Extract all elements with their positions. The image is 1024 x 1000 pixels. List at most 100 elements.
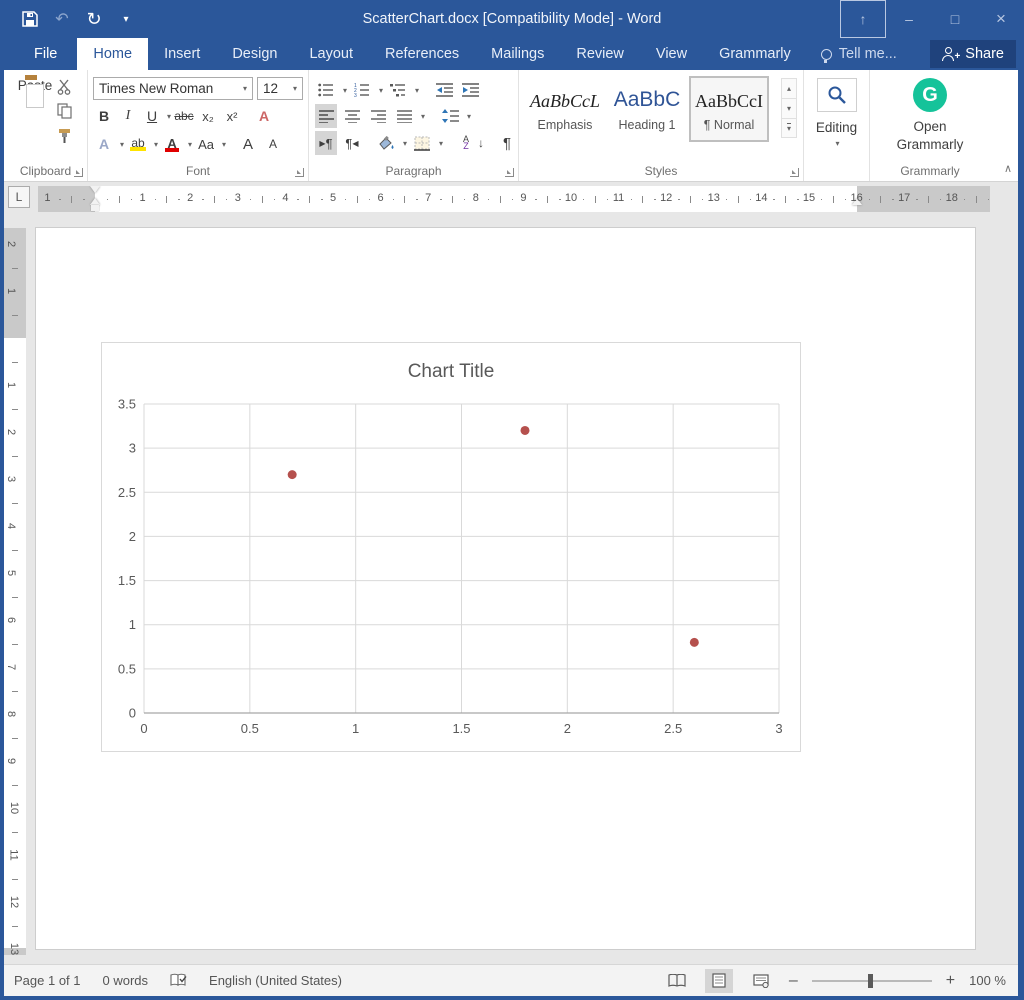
zoom-in-button[interactable]: + xyxy=(946,972,955,990)
paragraph-dialog-launcher[interactable] xyxy=(505,168,514,177)
cut-button[interactable] xyxy=(56,78,74,96)
print-layout-button[interactable] xyxy=(705,969,733,993)
left-indent-marker[interactable] xyxy=(91,205,99,211)
justify-button[interactable] xyxy=(393,104,415,128)
page-indicator[interactable]: Page 1 of 1 xyxy=(14,973,81,988)
zoom-slider[interactable] xyxy=(812,980,932,982)
bullets-button[interactable] xyxy=(315,78,337,102)
tab-file[interactable]: File xyxy=(14,38,77,70)
hanging-indent-marker[interactable] xyxy=(90,198,100,205)
font-color-button[interactable]: A xyxy=(161,132,183,156)
styles-scroll-up-icon[interactable]: ▴ xyxy=(781,78,797,98)
borders-dropdown-arrow[interactable]: ▾ xyxy=(439,139,443,148)
tab-home[interactable]: Home xyxy=(77,38,148,70)
line-spacing-dropdown-arrow[interactable]: ▾ xyxy=(467,112,471,121)
align-center-button[interactable] xyxy=(341,104,363,128)
save-icon[interactable] xyxy=(14,4,46,34)
copy-button[interactable] xyxy=(57,103,73,119)
undo-icon[interactable]: ↶ xyxy=(46,4,78,34)
tab-layout[interactable]: Layout xyxy=(293,38,369,70)
highlight-button[interactable]: ab xyxy=(127,132,149,156)
clear-formatting-button[interactable]: A xyxy=(253,104,275,128)
chart-object[interactable]: 00.511.522.5300.511.522.533.5Chart Title xyxy=(101,342,801,752)
scatter-point[interactable] xyxy=(690,638,699,647)
text-effects-button[interactable]: A xyxy=(93,132,115,156)
chart-title[interactable]: Chart Title xyxy=(408,361,495,382)
line-spacing-button[interactable] xyxy=(439,104,461,128)
change-case-dropdown-arrow[interactable]: ▾ xyxy=(222,140,226,149)
proofing-icon[interactable] xyxy=(170,973,187,988)
maximize-button[interactable]: □ xyxy=(932,0,978,38)
read-mode-button[interactable] xyxy=(663,969,691,993)
bullets-dropdown-arrow[interactable]: ▾ xyxy=(343,86,347,95)
sort-button[interactable]: A Z xyxy=(455,131,477,155)
strikethrough-button[interactable]: abc xyxy=(173,104,195,128)
style-emphasis[interactable]: AaBbCcLEmphasis xyxy=(527,78,603,140)
align-left-button[interactable] xyxy=(315,104,337,128)
subscript-button[interactable]: x₂ xyxy=(197,104,219,128)
styles-scroll-down-icon[interactable]: ▾ xyxy=(781,98,797,118)
tab-mailings[interactable]: Mailings xyxy=(475,38,560,70)
justify-dropdown-arrow[interactable]: ▾ xyxy=(421,112,425,121)
tab-review[interactable]: Review xyxy=(560,38,640,70)
word-count[interactable]: 0 words xyxy=(103,973,149,988)
numbering-button[interactable]: 123 xyxy=(351,78,373,102)
multilevel-list-button[interactable] xyxy=(387,78,409,102)
highlight-dropdown-arrow[interactable]: ▾ xyxy=(154,140,158,149)
first-line-indent-marker[interactable] xyxy=(90,186,100,193)
scatter-point[interactable] xyxy=(521,426,530,435)
font-color-dropdown-arrow[interactable]: ▾ xyxy=(188,140,192,149)
document-area[interactable]: 00.511.522.5300.511.522.533.5Chart Title xyxy=(4,216,1018,964)
font-dialog-launcher[interactable] xyxy=(295,168,304,177)
styles-dialog-launcher[interactable] xyxy=(790,168,799,177)
styles-more-icon[interactable]: ▾ xyxy=(781,118,797,138)
zoom-out-button[interactable]: – xyxy=(789,972,798,990)
collapse-ribbon-icon[interactable]: ∧ xyxy=(1004,162,1012,175)
numbering-dropdown-arrow[interactable]: ▾ xyxy=(379,86,383,95)
paste-button[interactable]: Paste ▾ xyxy=(14,78,56,156)
tab-design[interactable]: Design xyxy=(216,38,293,70)
text-effects-dropdown-arrow[interactable]: ▾ xyxy=(120,140,124,149)
align-right-button[interactable] xyxy=(367,104,389,128)
tell-me-box[interactable]: Tell me... xyxy=(807,38,911,70)
font-size-combo[interactable]: 12 ▾ xyxy=(257,77,303,100)
ribbon-display-options-icon[interactable]: ↑ xyxy=(840,0,886,38)
minimize-button[interactable]: – xyxy=(886,0,932,38)
font-name-combo[interactable]: Times New Roman ▾ xyxy=(93,77,253,100)
underline-dropdown-arrow[interactable]: ▾ xyxy=(167,112,171,121)
tab-stop-selector[interactable]: L xyxy=(8,186,30,208)
rtl-text-direction-button[interactable]: ¶◀ xyxy=(341,131,363,155)
show-formatting-marks-button[interactable]: ¶ xyxy=(496,131,518,155)
editing-button[interactable]: Editing ▾ xyxy=(804,78,869,148)
tab-view[interactable]: View xyxy=(640,38,703,70)
grow-font-button[interactable]: A xyxy=(237,132,259,156)
increase-indent-button[interactable] xyxy=(459,78,481,102)
close-button[interactable]: × xyxy=(978,0,1024,38)
clipboard-dialog-launcher[interactable] xyxy=(74,168,83,177)
tab-references[interactable]: References xyxy=(369,38,475,70)
change-case-button[interactable]: Aa xyxy=(195,132,217,156)
shading-dropdown-arrow[interactable]: ▾ xyxy=(403,139,407,148)
tab-insert[interactable]: Insert xyxy=(148,38,216,70)
language-indicator[interactable]: English (United States) xyxy=(209,973,342,988)
shrink-font-button[interactable]: A xyxy=(262,132,284,156)
horizontal-ruler[interactable]: 1123456789101112131415161718 xyxy=(38,186,990,212)
zoom-slider-thumb[interactable] xyxy=(868,974,873,988)
web-layout-button[interactable] xyxy=(747,969,775,993)
style-heading-1[interactable]: AaBbCHeading 1 xyxy=(609,78,685,140)
scatter-point[interactable] xyxy=(288,470,297,479)
redo-icon[interactable]: ↻ xyxy=(78,4,110,34)
borders-button[interactable] xyxy=(411,131,433,155)
zoom-level[interactable]: 100 % xyxy=(969,973,1006,988)
format-painter-button[interactable] xyxy=(57,128,73,144)
superscript-button[interactable]: x² xyxy=(221,104,243,128)
customize-qat-icon[interactable]: ▾ xyxy=(110,4,142,34)
decrease-indent-button[interactable] xyxy=(433,78,455,102)
multilevel-dropdown-arrow[interactable]: ▾ xyxy=(415,86,419,95)
style-normal[interactable]: AaBbCcI¶ Normal xyxy=(691,78,767,140)
page[interactable]: 00.511.522.5300.511.522.533.5Chart Title xyxy=(36,228,975,949)
vertical-ruler[interactable]: 2112345678910111213 xyxy=(4,228,26,955)
share-button[interactable]: + Share xyxy=(930,40,1016,68)
shading-button[interactable] xyxy=(375,131,397,155)
underline-button[interactable]: U xyxy=(141,104,163,128)
